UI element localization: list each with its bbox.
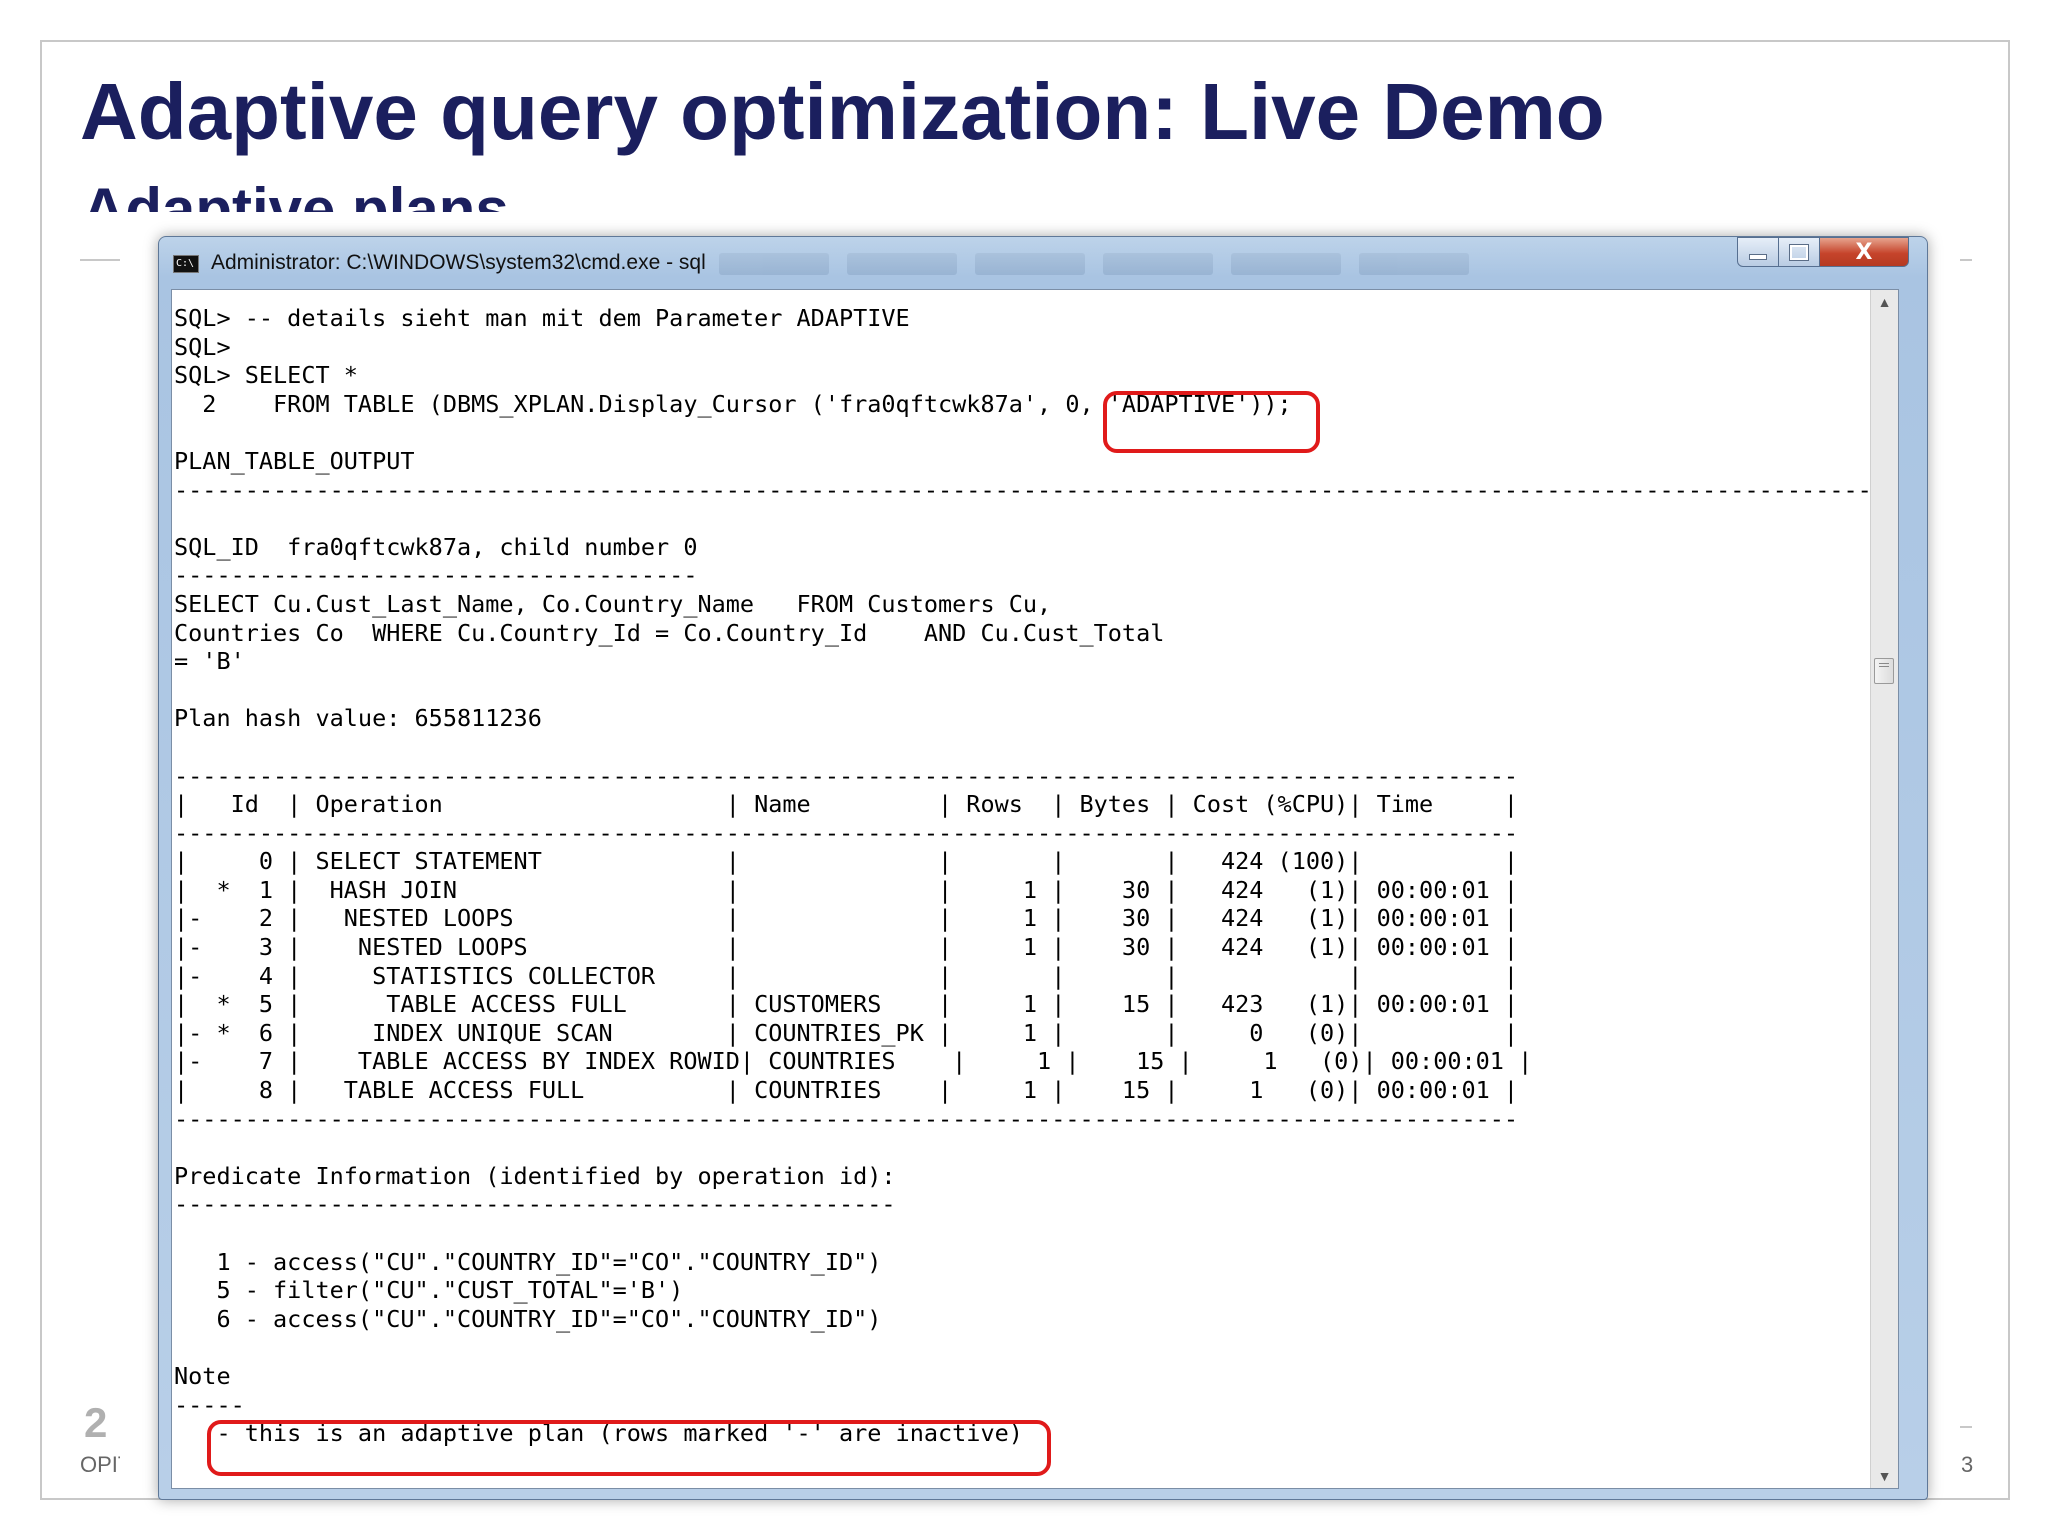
title-divider-left bbox=[80, 259, 120, 261]
slide-title: Adaptive query optimization: Live Demo bbox=[80, 67, 1605, 156]
footer-company-text: OPITZ bbox=[80, 1452, 120, 1477]
console-line: | Id | Operation | Name | Rows | Bytes |… bbox=[174, 790, 1519, 819]
console-line: ------------------------------------- bbox=[174, 561, 698, 590]
background-taskbar-reflection bbox=[719, 253, 1819, 277]
ghost-item bbox=[847, 253, 957, 275]
console-line: ----------------------------------------… bbox=[174, 818, 1519, 847]
console-line: ----------------------------------------… bbox=[174, 1104, 1519, 1133]
console-window[interactable]: C:\ Administrator: C:\WINDOWS\system32\c… bbox=[158, 236, 1928, 1500]
console-line: 5 - filter("CU"."CUST_TOTAL"='B') bbox=[174, 1276, 684, 1305]
console-line: Note bbox=[174, 1361, 231, 1390]
console-line: |- 3 | NESTED LOOPS | | 1 | 30 | 424 (1)… bbox=[174, 933, 1519, 962]
close-button[interactable]: X bbox=[1819, 237, 1909, 267]
console-line: 2 FROM TABLE (DBMS_XPLAN.Display_Cursor … bbox=[174, 389, 1292, 418]
console-line: | * 5 | TABLE ACCESS FULL | CUSTOMERS | … bbox=[174, 990, 1519, 1019]
close-icon: X bbox=[1855, 239, 1873, 265]
console-line: SQL> -- details sieht man mit dem Parame… bbox=[174, 304, 910, 332]
scroll-up-arrow-icon[interactable]: ▲ bbox=[1871, 294, 1898, 310]
console-line: 1 - access("CU"."COUNTRY_ID"="CO"."COUNT… bbox=[174, 1247, 882, 1276]
maximize-icon bbox=[1789, 243, 1809, 261]
scroll-thumb[interactable] bbox=[1874, 658, 1894, 684]
minimize-button[interactable] bbox=[1737, 237, 1779, 267]
console-line: PLAN_TABLE_OUTPUT bbox=[174, 446, 415, 475]
console-line: SQL_ID fra0qftcwk87a, child number 0 bbox=[174, 532, 698, 561]
console-line: ----------------------------------------… bbox=[174, 475, 1872, 504]
console-line: |- * 6 | INDEX UNIQUE SCAN | COUNTRIES_P… bbox=[174, 1018, 1519, 1047]
console-line: = 'B' bbox=[174, 647, 245, 676]
console-line: | 0 | SELECT STATEMENT | | | | 424 (100)… bbox=[174, 847, 1519, 876]
console-line: |- 4 | STATISTICS COLLECTOR | | | | | | bbox=[174, 961, 1519, 990]
page-number: 3 bbox=[1961, 1452, 1973, 1477]
adaptive-plan-note-highlight bbox=[207, 1420, 1051, 1476]
maximize-button[interactable] bbox=[1778, 237, 1820, 267]
console-line: SQL> SELECT * bbox=[174, 361, 358, 390]
console-app-icon[interactable]: C:\ bbox=[173, 255, 199, 273]
footer-logo: 2 bbox=[84, 1405, 108, 1441]
window-title-bar[interactable]: C:\ Administrator: C:\WINDOWS\system32\c… bbox=[159, 237, 1927, 289]
console-line: SELECT Cu.Cust_Last_Name, Co.Country_Nam… bbox=[174, 589, 1052, 618]
console-line: |- 2 | NESTED LOOPS | | 1 | 30 | 424 (1)… bbox=[174, 904, 1519, 933]
vertical-scrollbar[interactable]: ▲ ▼ bbox=[1870, 290, 1898, 1488]
console-line: |- 7 | TABLE ACCESS BY INDEX ROWID| COUN… bbox=[174, 1047, 1533, 1076]
console-line: | 8 | TABLE ACCESS FULL | COUNTRIES | 1 … bbox=[174, 1076, 1519, 1105]
title-divider-right bbox=[1960, 259, 1972, 261]
console-line: | * 1 | HASH JOIN | | 1 | 30 | 424 (1)| … bbox=[174, 875, 1519, 904]
console-line: ----------------------------------------… bbox=[174, 761, 1519, 790]
console-line: Plan hash value: 655811236 bbox=[174, 704, 542, 733]
console-text: SQL> -- details sieht man mit dem Parame… bbox=[174, 304, 1872, 1448]
ghost-item bbox=[975, 253, 1085, 275]
ghost-item bbox=[1231, 253, 1341, 275]
console-icon-label: C:\ bbox=[176, 258, 195, 269]
ghost-item bbox=[1359, 253, 1469, 275]
minimize-icon bbox=[1749, 254, 1767, 260]
footer-divider bbox=[1960, 1426, 1972, 1428]
adaptive-parameter-highlight bbox=[1103, 391, 1320, 453]
console-line: Predicate Information (identified by ope… bbox=[174, 1161, 896, 1190]
console-line: ----------------------------------------… bbox=[174, 1190, 896, 1219]
console-line: Countries Co WHERE Cu.Country_Id = Co.Co… bbox=[174, 618, 1165, 647]
console-output-area[interactable]: SQL> -- details sieht man mit dem Parame… bbox=[171, 289, 1899, 1489]
console-line: SQL> bbox=[174, 332, 231, 361]
ghost-item bbox=[1103, 253, 1213, 275]
window-title: Administrator: C:\WINDOWS\system32\cmd.e… bbox=[211, 251, 706, 274]
console-line: 6 - access("CU"."COUNTRY_ID"="CO"."COUNT… bbox=[174, 1304, 882, 1333]
ghost-item bbox=[719, 253, 829, 275]
scroll-down-arrow-icon[interactable]: ▼ bbox=[1871, 1468, 1898, 1484]
slide-subtitle: Adaptive plans bbox=[82, 176, 509, 212]
console-line: ----- bbox=[174, 1390, 245, 1419]
